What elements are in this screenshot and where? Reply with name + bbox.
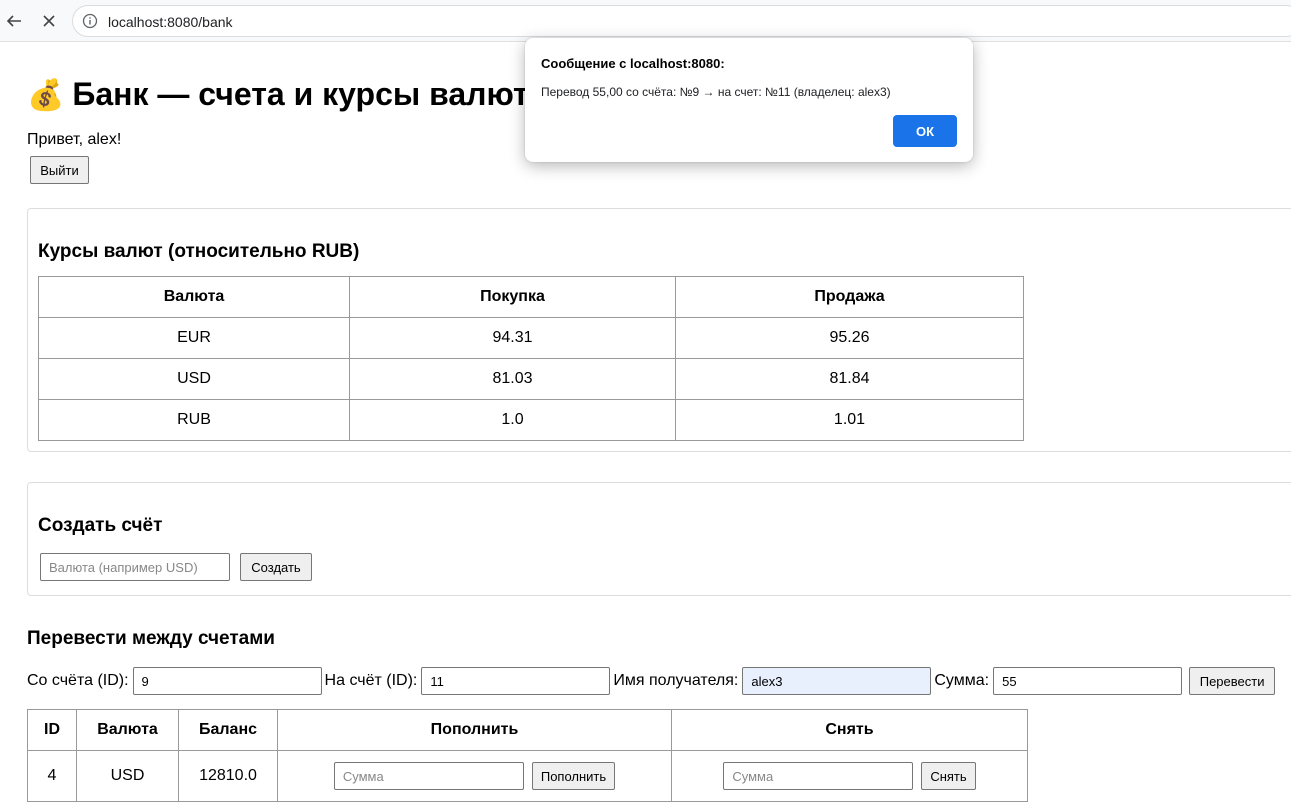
rate-currency: RUB xyxy=(38,399,350,441)
ok-button[interactable]: ОК xyxy=(893,115,957,147)
transfer-title: Перевести между счетами xyxy=(27,628,275,649)
transfer-form: Со счёта (ID): На счёт (ID): Имя получат… xyxy=(27,667,1276,695)
address-bar[interactable]: localhost:8080/bank xyxy=(72,5,1291,37)
rate-sell: 81.84 xyxy=(675,358,1024,400)
rate-sell: 95.26 xyxy=(675,317,1024,359)
rate-sell: 1.01 xyxy=(675,399,1024,441)
rates-col-buy: Покупка xyxy=(349,276,676,318)
rates-title: Курсы валют (относительно RUB) xyxy=(38,241,360,262)
rate-currency: USD xyxy=(38,358,350,400)
rate-buy: 81.03 xyxy=(349,358,676,400)
amount-label: Сумма: xyxy=(934,672,990,689)
url-text: localhost:8080/bank xyxy=(108,14,233,30)
table-row: EUR 94.31 95.26 xyxy=(38,317,1024,359)
create-account-section: Создать счёт Создать xyxy=(27,482,1291,596)
rate-currency: EUR xyxy=(38,317,350,359)
accounts-col-withdraw: Снять xyxy=(671,709,1028,751)
accounts-table: ID Валюта Баланс Пополнить Снять 4 USD 1… xyxy=(27,709,1028,802)
alert-dialog: Сообщение с localhost:8080: Перевод 55,0… xyxy=(525,38,973,162)
account-balance: 12810.0 xyxy=(178,750,278,802)
back-button[interactable] xyxy=(1,8,27,34)
money-bag-icon: 💰 xyxy=(27,79,65,112)
to-account-label: На счёт (ID): xyxy=(324,672,418,689)
from-account-input[interactable] xyxy=(132,667,322,695)
accounts-header-row: ID Валюта Баланс Пополнить Снять xyxy=(27,709,1028,751)
rates-section: Курсы валют (относительно RUB) Валюта По… xyxy=(27,208,1291,452)
rates-col-sell: Продажа xyxy=(675,276,1024,318)
deposit-amount-input[interactable] xyxy=(333,762,524,790)
rates-header-row: Валюта Покупка Продажа xyxy=(38,276,1024,318)
rates-table: Валюта Покупка Продажа EUR 94.31 95.26 U… xyxy=(38,276,1024,441)
dialog-message: Перевод 55,00 со счёта: №9 → на счет: №1… xyxy=(541,85,891,99)
withdraw-button[interactable]: Снять xyxy=(921,762,976,790)
amount-input[interactable] xyxy=(993,667,1183,695)
dialog-title: Сообщение с localhost:8080: xyxy=(541,56,725,71)
accounts-col-balance: Баланс xyxy=(178,709,278,751)
to-account-input[interactable] xyxy=(421,667,611,695)
withdraw-cell: Снять xyxy=(671,750,1028,802)
table-row: 4 USD 12810.0 Пополнить Снять xyxy=(27,750,1028,802)
deposit-cell: Пополнить xyxy=(277,750,672,802)
deposit-button[interactable]: Пополнить xyxy=(531,762,616,790)
table-row: USD 81.03 81.84 xyxy=(38,358,1024,400)
recipient-label: Имя получателя: xyxy=(613,672,739,689)
accounts-col-currency: Валюта xyxy=(76,709,179,751)
back-arrow-icon xyxy=(6,15,21,27)
account-id: 4 xyxy=(27,750,77,802)
rates-col-currency: Валюта xyxy=(38,276,350,318)
stop-icon xyxy=(43,15,55,27)
recipient-input[interactable] xyxy=(742,667,932,695)
withdraw-amount-input[interactable] xyxy=(723,762,914,790)
logout-button[interactable]: Выйти xyxy=(30,156,89,184)
account-currency: USD xyxy=(76,750,179,802)
page-title: 💰 Банк — счета и курсы валют xyxy=(27,76,529,113)
rate-buy: 94.31 xyxy=(349,317,676,359)
create-account-title: Создать счёт xyxy=(38,515,163,536)
accounts-col-deposit: Пополнить xyxy=(277,709,672,751)
browser-toolbar: localhost:8080/bank xyxy=(0,0,1291,42)
create-account-button[interactable]: Создать xyxy=(240,553,312,581)
page-title-text: Банк — счета и курсы валют xyxy=(72,76,529,112)
rate-buy: 1.0 xyxy=(349,399,676,441)
info-icon[interactable] xyxy=(82,13,98,29)
stop-button[interactable] xyxy=(36,8,62,34)
from-account-label: Со счёта (ID): xyxy=(27,672,129,689)
transfer-button[interactable]: Перевести xyxy=(1189,667,1276,695)
currency-input[interactable] xyxy=(40,553,230,581)
accounts-col-id: ID xyxy=(27,709,77,751)
table-row: RUB 1.0 1.01 xyxy=(38,399,1024,441)
greeting: Привет, alex! xyxy=(27,131,122,148)
